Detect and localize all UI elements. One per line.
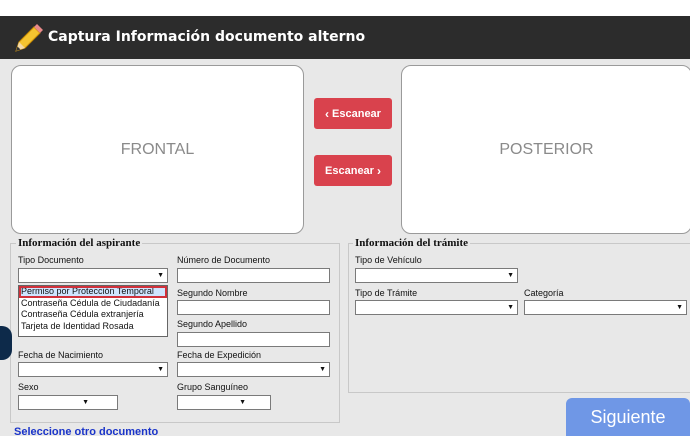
sexo-label: Sexo	[18, 382, 39, 392]
fecha-nacimiento-label: Fecha de Nacimiento	[18, 350, 104, 360]
numero-documento-label: Número de Documento	[177, 255, 271, 265]
dropdown-arrow-icon: ▼	[507, 272, 514, 279]
dropdown-option[interactable]: Contraseña Cédula extranjería	[19, 309, 167, 321]
segundo-nombre-label: Segundo Nombre	[177, 288, 248, 298]
dropdown-arrow-icon: ▼	[319, 366, 326, 373]
siguiente-button[interactable]: Siguiente	[566, 398, 690, 436]
dropdown-arrow-icon: ▼	[82, 399, 89, 406]
dropdown-arrow-icon: ▼	[157, 366, 164, 373]
dropdown-option[interactable]: Permiso por Protección Temporal	[19, 286, 167, 298]
tramite-legend: Información del trámite	[353, 237, 471, 249]
dropdown-arrow-icon: ▼	[157, 272, 164, 279]
fecha-expedicion-select[interactable]: ▼	[177, 362, 330, 377]
numero-documento-input[interactable]	[177, 268, 330, 283]
aspirante-legend: Información del aspirante	[16, 237, 143, 249]
tipo-vehiculo-label: Tipo de Vehículo	[355, 255, 422, 265]
grupo-sanguineo-label: Grupo Sanguíneo	[177, 382, 249, 392]
back-label: POSTERIOR	[499, 140, 594, 158]
tipo-documento-select[interactable]: ▼	[18, 268, 168, 283]
scan-front-button[interactable]: ‹ Escanear	[314, 98, 392, 129]
front-label: FRONTAL	[120, 140, 195, 158]
segundo-apellido-input[interactable]	[177, 332, 330, 347]
tramite-section	[348, 243, 690, 393]
dropdown-option[interactable]: Tarjeta de Identidad Rosada	[19, 321, 167, 333]
dropdown-option[interactable]: Contraseña Cédula de Ciudadanía	[19, 298, 167, 310]
chevron-right-icon: ›	[376, 163, 381, 178]
categoria-select[interactable]: ▼	[524, 300, 687, 315]
edge-decoration	[0, 326, 12, 360]
dropdown-arrow-icon: ▼	[507, 304, 514, 311]
categoria-label: Categoría	[524, 288, 564, 298]
window-title: Captura Información documento alterno	[48, 29, 366, 45]
chevron-left-icon: ‹	[325, 106, 330, 121]
segundo-nombre-input[interactable]	[177, 300, 330, 315]
sexo-select[interactable]: ▼	[18, 395, 118, 410]
scan-back-button[interactable]: Escanear ›	[314, 155, 392, 186]
segundo-apellido-label: Segundo Apellido	[177, 319, 248, 329]
tipo-tramite-label: Tipo de Trámite	[355, 288, 418, 298]
tipo-documento-label: Tipo Documento	[18, 255, 84, 265]
seleccione-otro-documento-link[interactable]: Seleccione otro documento	[14, 426, 158, 438]
grupo-sanguineo-select[interactable]: ▼	[177, 395, 271, 410]
scan-back-label: Escanear	[325, 164, 374, 177]
fecha-nacimiento-select[interactable]: ▼	[18, 362, 168, 377]
pencil-icon	[15, 24, 43, 52]
back-image-panel[interactable]: POSTERIOR	[401, 65, 690, 234]
front-image-panel[interactable]: FRONTAL	[11, 65, 304, 234]
tipo-tramite-select[interactable]: ▼	[355, 300, 518, 315]
dropdown-arrow-icon: ▼	[239, 399, 246, 406]
fecha-expedicion-label: Fecha de Expedición	[177, 350, 262, 360]
tipo-documento-dropdown-list: Permiso por Protección Temporal Contrase…	[18, 285, 168, 337]
title-bar: Captura Información documento alterno	[0, 16, 690, 59]
tipo-vehiculo-select[interactable]: ▼	[355, 268, 518, 283]
scan-front-label: Escanear	[332, 107, 381, 120]
dropdown-arrow-icon: ▼	[676, 304, 683, 311]
